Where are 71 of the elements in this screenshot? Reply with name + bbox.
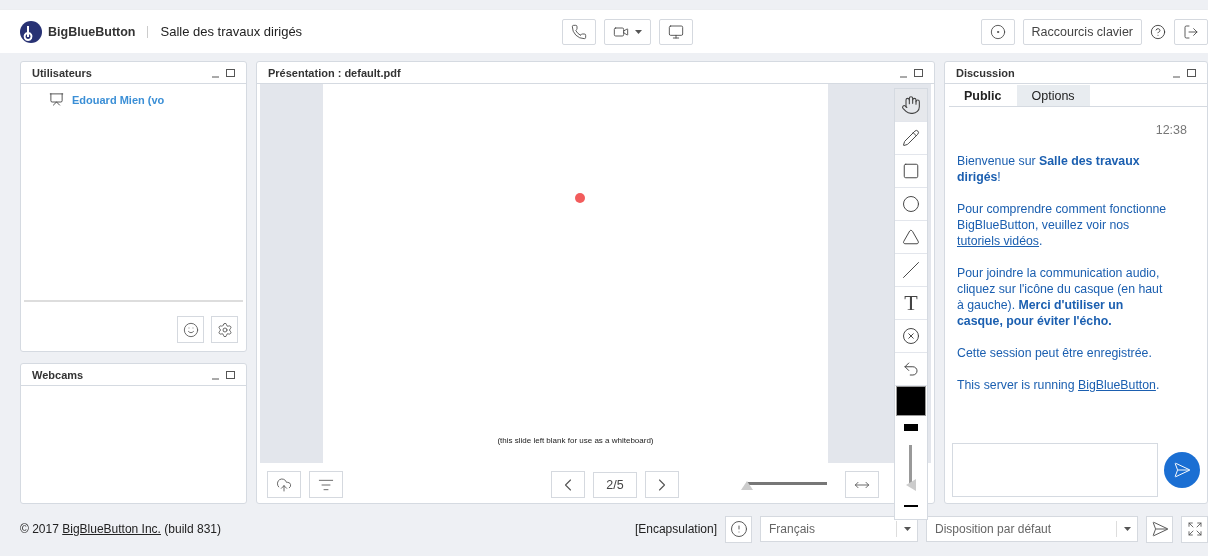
cloud-upload-icon <box>276 476 292 493</box>
slider-thumb[interactable] <box>741 480 753 490</box>
slide-caption: (this slide left blank for use as a whiteboard) <box>497 436 654 445</box>
smiley-icon <box>182 321 199 338</box>
panel-title: Webcams <box>32 368 84 381</box>
line-icon <box>902 261 920 279</box>
triangle-icon <box>902 228 920 246</box>
message-link[interactable]: BigBlueButton <box>1077 378 1156 392</box>
window-controls-icon[interactable] <box>898 67 924 78</box>
chat-message: Cette session peut être enregistrée. <box>957 345 1153 361</box>
caret-icon <box>1123 527 1131 531</box>
settings-button[interactable] <box>211 316 238 343</box>
window-controls-icon[interactable] <box>1171 67 1197 78</box>
help-icon <box>1150 23 1166 40</box>
chat-tab[interactable]: Options <box>1016 85 1090 106</box>
next-button[interactable] <box>645 471 679 498</box>
status-button[interactable] <box>177 316 204 343</box>
message-input[interactable] <box>952 443 1158 497</box>
caret-icon <box>903 527 911 531</box>
share-layout-button[interactable] <box>1146 515 1173 543</box>
report-button[interactable] <box>725 515 752 543</box>
room-title: Salle des travaux dirigés <box>160 24 303 39</box>
panel-title: Utilisateurs <box>32 66 92 79</box>
pointer-dot <box>575 193 585 203</box>
caret-icon <box>635 29 643 34</box>
hand-tool[interactable] <box>895 89 927 122</box>
line-width-icon <box>904 505 918 507</box>
logo-icon <box>20 20 42 43</box>
window-controls-icon[interactable] <box>210 369 236 380</box>
alert-icon <box>729 520 748 538</box>
hand-icon <box>901 95 921 115</box>
logout-icon <box>1183 23 1199 40</box>
pencil-icon <box>902 129 920 147</box>
chat-message: This server is running BigBlueButton. <box>957 377 1161 393</box>
shortcuts-button[interactable]: Raccourcis clavier <box>1022 18 1142 45</box>
monitor-icon <box>668 23 685 40</box>
fullscreen-icon <box>1186 521 1203 537</box>
chat-message: Bienvenue sur Salle des travaux dirigés! <box>957 153 1141 185</box>
fullscreen-button[interactable] <box>1181 515 1208 543</box>
settings-icon <box>216 321 233 338</box>
slider-thumb[interactable] <box>906 479 916 491</box>
rectangle-icon <box>902 162 920 180</box>
brand-name: BigBlueButton <box>48 24 136 39</box>
send-icon <box>1173 461 1191 479</box>
previous-button[interactable] <box>551 471 585 498</box>
circle-icon <box>902 195 920 213</box>
layout-select[interactable]: Disposition par défaut <box>926 516 1138 542</box>
session-tag: [Encapsulation] <box>634 522 717 536</box>
record-icon <box>989 23 1006 40</box>
language-select[interactable]: Français <box>760 516 918 542</box>
clear-icon <box>902 327 920 345</box>
page-indicator: 2/5 <box>593 471 637 498</box>
send-button[interactable] <box>1164 452 1200 488</box>
message-time: 12:38 <box>1155 123 1187 137</box>
copyright-text: © 2017 BigBlueButton Inc. (build 831) <box>20 522 221 536</box>
thickness-icon <box>904 424 918 431</box>
chat-message: Pour comprendre comment fonctionne BigBlueButton, veuillez voir nos tutoriels vidéos. <box>957 201 1168 249</box>
color-swatch[interactable] <box>896 386 926 416</box>
phone-button[interactable] <box>562 18 597 45</box>
company-link[interactable]: BigBlueButton Inc. <box>62 522 161 536</box>
record-button[interactable] <box>980 18 1015 45</box>
chat-message: Pour joindre la communication audio, cliquez sur l'icône du casque (en haut à gauche). Merci d'utiliser un casque, pour éviter l'écho. <box>957 265 1164 329</box>
panel-title: Présentation : default.pdf <box>268 66 401 79</box>
send-icon <box>1150 520 1169 538</box>
panel-title: Discussion <box>956 66 1015 79</box>
screen-button[interactable] <box>659 18 694 45</box>
window-controls-icon[interactable] <box>210 67 236 78</box>
undo-icon <box>902 360 920 378</box>
camera-button[interactable] <box>604 18 652 45</box>
phone-icon <box>571 23 588 40</box>
upload-button[interactable] <box>267 471 301 498</box>
